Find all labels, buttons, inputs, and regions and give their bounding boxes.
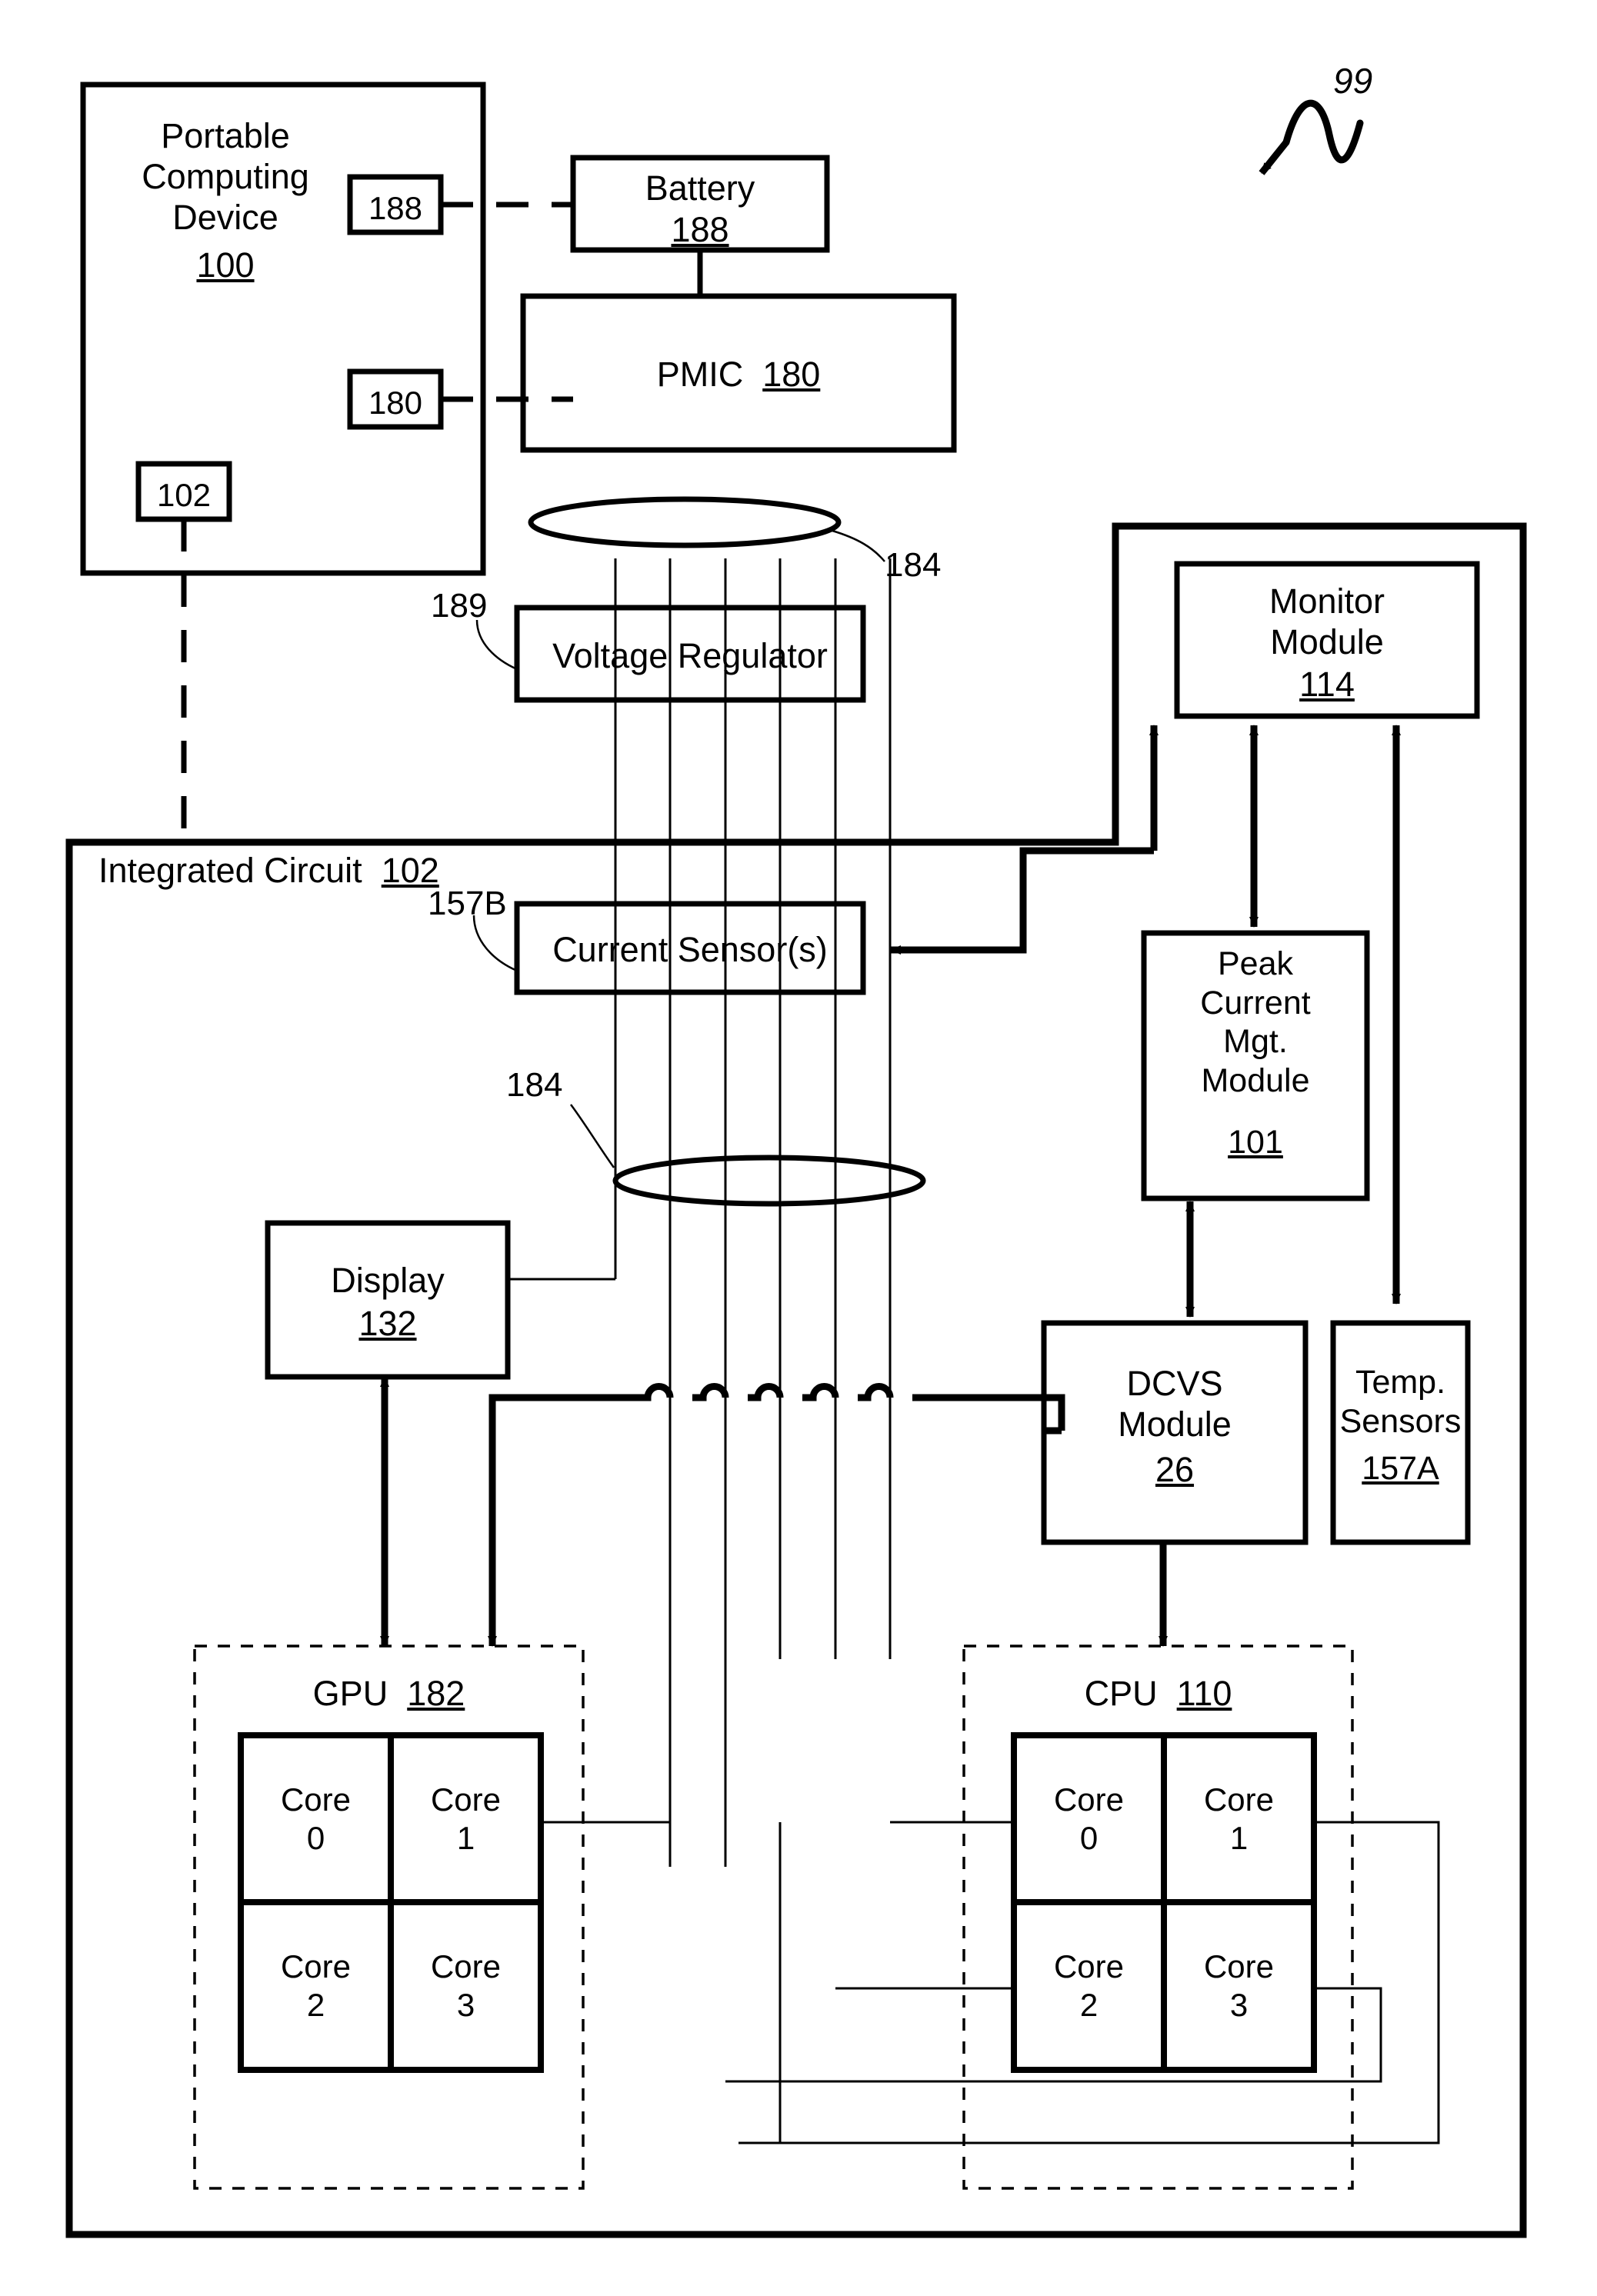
figure-number: 99 (1333, 61, 1373, 101)
upper-bus-ref-label: 184 (885, 546, 942, 584)
gpu-title-row: GPU 182 (195, 1674, 583, 1714)
peak-current-mgt-module-ref: 101 (1228, 1124, 1283, 1161)
pmic-ref: 180 (762, 355, 821, 394)
patent-figure-canvas: 99 Portable Computing Device 100 188 180… (0, 0, 1597, 2296)
portable-computing-device-ref: 100 (196, 245, 255, 285)
current-sensors-leader (472, 915, 518, 972)
monitor-module-title: Monitor Module (1269, 581, 1385, 662)
current-sensors-ref: 157B (428, 885, 507, 922)
current-sensors-title: Current Sensor(s) (552, 930, 828, 969)
dcvs-to-gpu-bus-path (492, 1383, 1065, 1647)
cpu-core-2: Core 2 (1053, 1948, 1125, 2023)
figure-callout-arrow (1259, 140, 1289, 175)
pcd-port-102-label: 102 (156, 477, 212, 513)
cpu-ref: 110 (1176, 1674, 1232, 1713)
portable-computing-device-title: Portable Computing Device (142, 116, 309, 238)
integrated-circuit-title-row: Integrated Circuit 102 (98, 851, 439, 891)
gpu-ref: 182 (407, 1674, 465, 1713)
pcd-port-188-label: 188 (368, 190, 423, 226)
gpu-core-2: Core 2 (280, 1948, 352, 2023)
cpu-core-0: Core 0 (1053, 1781, 1125, 1856)
peak-current-mgt-module-title: Peak Current Mgt. Module (1200, 945, 1311, 1100)
display-ref: 132 (358, 1304, 417, 1343)
cpu-core-3: Core 3 (1203, 1948, 1275, 2023)
gpu-core-1: Core 1 (430, 1781, 502, 1856)
current-sensor-feedback-path (890, 847, 1154, 955)
battery-ref: 188 (671, 210, 729, 249)
temp-sensors-title: Temp. Sensors (1339, 1364, 1462, 1440)
gpu-title: GPU (312, 1674, 388, 1713)
lower-bus-leader (569, 1104, 615, 1168)
voltage-regulator-ref: 189 (431, 587, 488, 625)
pmic-title: PMIC (656, 355, 744, 394)
upper-bus-ellipse (528, 496, 842, 548)
cpu-group-dashed-box (962, 1645, 1354, 2190)
dcvs-module-title: DCVS Module (1118, 1364, 1232, 1445)
integrated-circuit-title: Integrated Circuit (98, 851, 362, 890)
dcvs-module-ref: 26 (1155, 1450, 1195, 1489)
monitor-module-ref: 114 (1299, 665, 1355, 704)
pcd-port-180-label: 180 (368, 385, 423, 421)
display-title: Display (331, 1261, 445, 1300)
gpu-core-0: Core 0 (280, 1781, 352, 1856)
cpu-title: CPU (1084, 1674, 1158, 1713)
pmic-title-row: PMIC 180 (523, 355, 954, 395)
gpu-core-3: Core 3 (430, 1948, 502, 2023)
upper-bus-leader (832, 529, 885, 562)
voltage-regulator-title: Voltage Regulator (552, 636, 828, 675)
voltage-regulator-leader (475, 619, 518, 671)
figure-callout-squiggle (1282, 99, 1364, 164)
battery-title: Battery (645, 168, 755, 208)
cpu-core-1: Core 1 (1203, 1781, 1275, 1856)
power-rail-bus-lines (614, 558, 892, 1867)
temp-sensors-ref: 157A (1362, 1450, 1439, 1487)
lower-bus-ref-label: 184 (506, 1066, 563, 1104)
lower-bus-ellipse (612, 1155, 926, 1207)
cpu-title-row: CPU 110 (964, 1674, 1352, 1714)
